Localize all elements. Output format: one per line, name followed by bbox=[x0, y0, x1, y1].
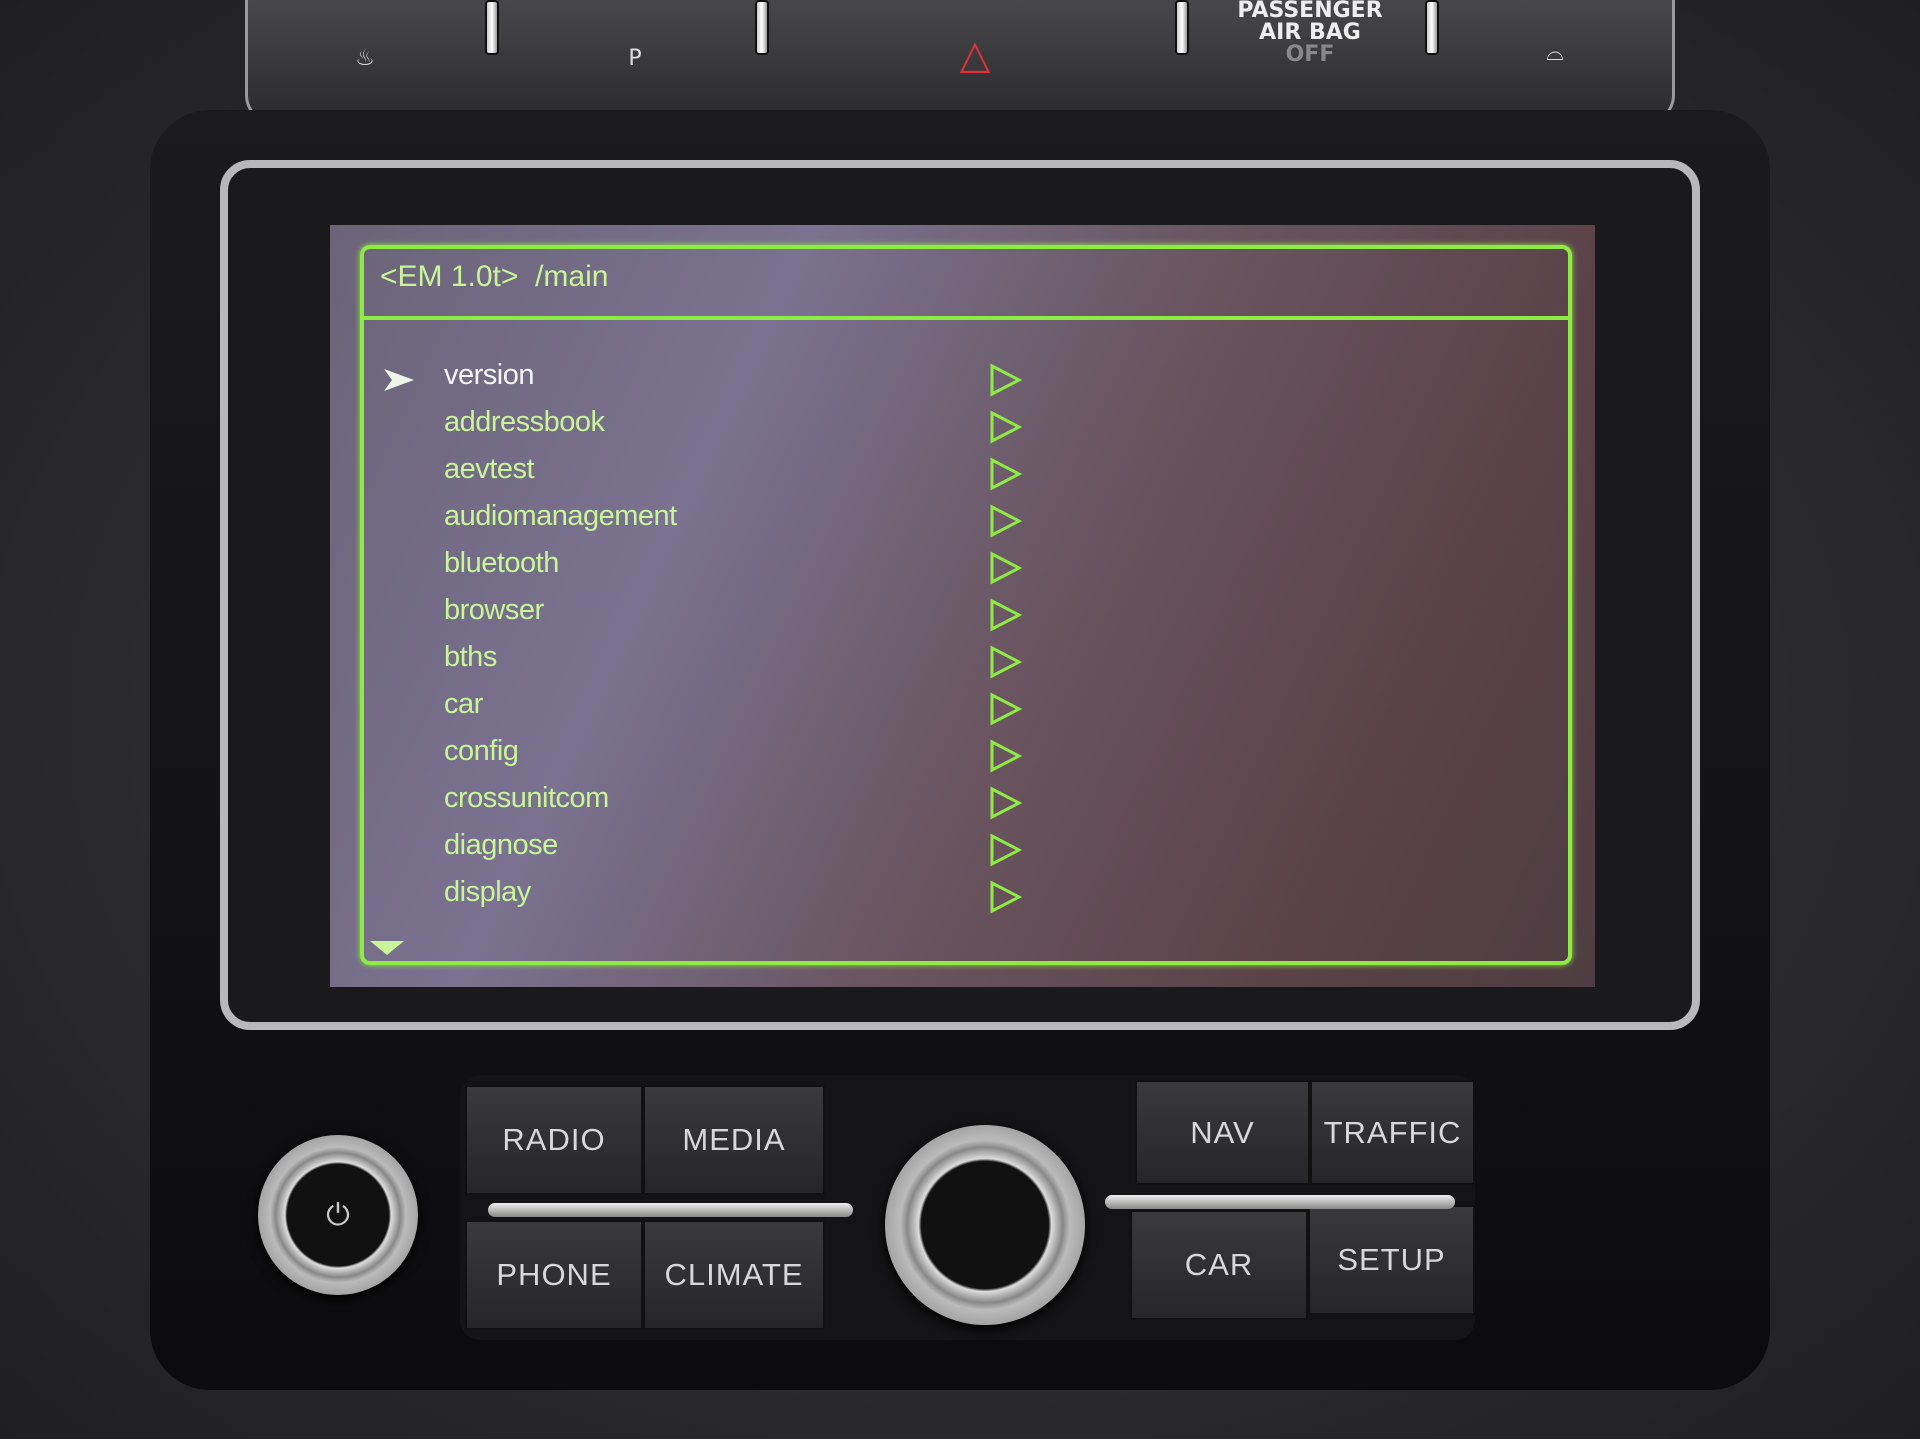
menu-item-crossunitcom[interactable]: crossunitcom bbox=[364, 782, 1576, 828]
park-assist-button[interactable]: P bbox=[590, 0, 680, 100]
nav-button[interactable]: NAV bbox=[1135, 1080, 1310, 1185]
windshield-defrost-button[interactable]: ⌓ bbox=[1510, 0, 1600, 100]
park-assist-icon: P bbox=[628, 46, 642, 71]
seat-heat-button[interactable]: ♨ bbox=[320, 0, 410, 100]
power-icon: ⏻ bbox=[326, 1197, 350, 1233]
menu-item-bluetooth[interactable]: bluetooth bbox=[364, 547, 1576, 593]
submenu-arrow-icon bbox=[990, 739, 1023, 773]
menu-item-car[interactable]: car bbox=[364, 688, 1576, 734]
submenu-arrow-icon bbox=[990, 833, 1023, 867]
menu-item-label: car bbox=[444, 688, 483, 720]
menu-item-label: bluetooth bbox=[444, 547, 559, 579]
menu-item-label: config bbox=[444, 735, 519, 767]
header-divider bbox=[364, 316, 1568, 320]
divider bbox=[1425, 0, 1439, 55]
menu-frame: version addressbook aevtest audiomanagement… bbox=[360, 245, 1572, 965]
divider bbox=[485, 0, 499, 55]
menu-item-label: bths bbox=[444, 641, 497, 673]
media-button[interactable]: MEDIA bbox=[643, 1085, 825, 1195]
setup-button[interactable]: SETUP bbox=[1308, 1205, 1475, 1315]
menu-item-label: crossunitcom bbox=[444, 782, 609, 814]
submenu-arrow-icon bbox=[990, 880, 1023, 914]
menu-item-version[interactable]: version bbox=[364, 359, 1576, 405]
menu-item-audiomanagement[interactable]: audiomanagement bbox=[364, 500, 1576, 546]
submenu-arrow-icon bbox=[990, 410, 1023, 444]
submenu-arrow-icon bbox=[990, 457, 1023, 491]
trim-bar bbox=[488, 1203, 853, 1217]
trim-bar bbox=[1105, 1195, 1455, 1209]
phone-button[interactable]: PHONE bbox=[465, 1220, 643, 1330]
passenger-airbag-indicator: PASSENGER AIR BAG OFF bbox=[1237, 0, 1383, 67]
climate-button[interactable]: CLIMATE bbox=[643, 1220, 825, 1330]
selection-cursor-icon bbox=[384, 369, 414, 391]
menu-item-bths[interactable]: bths bbox=[364, 641, 1576, 687]
divider bbox=[1175, 0, 1189, 55]
menu-item-label: addressbook bbox=[444, 406, 605, 438]
menu-item-display[interactable]: display bbox=[364, 876, 1576, 922]
power-volume-knob[interactable]: ⏻ bbox=[258, 1135, 418, 1295]
menu-item-browser[interactable]: browser bbox=[364, 594, 1576, 640]
menu-item-label: browser bbox=[444, 594, 544, 626]
menu-item-diagnose[interactable]: diagnose bbox=[364, 829, 1576, 875]
submenu-arrow-icon bbox=[990, 692, 1023, 726]
menu-item-addressbook[interactable]: addressbook bbox=[364, 406, 1576, 452]
submenu-arrow-icon bbox=[990, 645, 1023, 679]
divider bbox=[755, 0, 769, 55]
menu-item-label: version bbox=[444, 359, 535, 391]
hazard-button[interactable]: △ bbox=[930, 0, 1020, 100]
submenu-arrow-icon bbox=[990, 363, 1023, 397]
radio-button[interactable]: RADIO bbox=[465, 1085, 643, 1195]
submenu-arrow-icon bbox=[990, 786, 1023, 820]
tuning-knob[interactable] bbox=[885, 1125, 1085, 1325]
menu-item-config[interactable]: config bbox=[364, 735, 1576, 781]
traffic-button[interactable]: TRAFFIC bbox=[1310, 1080, 1475, 1185]
hazard-icon: △ bbox=[959, 32, 991, 78]
windshield-defrost-icon: ⌓ bbox=[1546, 41, 1564, 66]
submenu-arrow-icon bbox=[990, 598, 1023, 632]
car-button[interactable]: CAR bbox=[1130, 1210, 1308, 1320]
scroll-down-icon[interactable] bbox=[368, 939, 408, 959]
menu-item-label: aevtest bbox=[444, 453, 535, 485]
submenu-arrow-icon bbox=[990, 504, 1023, 538]
menu-item-label: diagnose bbox=[444, 829, 558, 861]
menu-item-label: display bbox=[444, 876, 531, 908]
submenu-arrow-icon bbox=[990, 551, 1023, 585]
menu-item-aevtest[interactable]: aevtest bbox=[364, 453, 1576, 499]
screen-header: <EM 1.0t> /main bbox=[380, 260, 609, 293]
menu-item-label: audiomanagement bbox=[444, 500, 677, 532]
